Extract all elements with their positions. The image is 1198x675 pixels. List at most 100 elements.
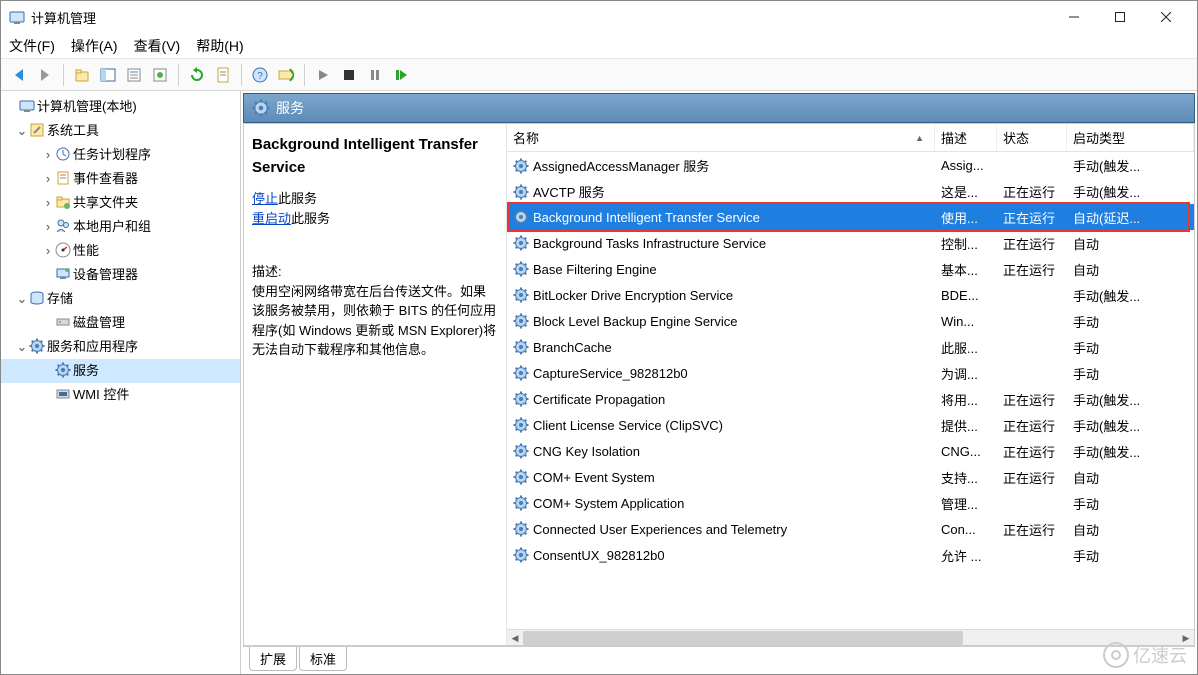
- service-icon: [513, 261, 529, 277]
- tree-expander-icon[interactable]: ⌄: [15, 287, 29, 311]
- export-list-button[interactable]: [211, 63, 235, 87]
- col-header-name[interactable]: 名称▲: [507, 124, 935, 151]
- stop-service-button[interactable]: [337, 63, 361, 87]
- connect-button[interactable]: [274, 63, 298, 87]
- stop-service-line: 停止此服务: [252, 189, 498, 209]
- close-button[interactable]: [1143, 3, 1189, 31]
- tree-node[interactable]: 服务: [1, 359, 240, 383]
- tree-node[interactable]: 计算机管理(本地): [1, 95, 240, 119]
- services-icon: [252, 99, 270, 117]
- tree-node[interactable]: ⌄ 存储: [1, 287, 240, 311]
- service-row[interactable]: Certificate Propagation将用...正在运行手动(触发...: [507, 386, 1194, 412]
- service-startup: 手动: [1067, 364, 1194, 383]
- service-desc: 此服...: [935, 338, 997, 357]
- service-row[interactable]: Client License Service (ClipSVC)提供...正在运…: [507, 412, 1194, 438]
- service-desc: 允许 ...: [935, 546, 997, 565]
- restart-service-line: 重启动此服务: [252, 209, 498, 229]
- back-button[interactable]: [7, 63, 31, 87]
- service-row[interactable]: BitLocker Drive Encryption ServiceBDE...…: [507, 282, 1194, 308]
- tree-expander-icon[interactable]: ⌄: [15, 335, 29, 359]
- pause-service-button[interactable]: [363, 63, 387, 87]
- tree-node[interactable]: WMI 控件: [1, 383, 240, 407]
- tab-extended[interactable]: 扩展: [249, 647, 297, 671]
- service-startup: 手动(触发...: [1067, 442, 1194, 461]
- restart-service-button[interactable]: [389, 63, 413, 87]
- maximize-button[interactable]: [1097, 3, 1143, 31]
- tree-node[interactable]: › 事件查看器: [1, 167, 240, 191]
- service-name: BranchCache: [533, 340, 612, 355]
- refresh-button[interactable]: [185, 63, 209, 87]
- tree-expander-icon[interactable]: ›: [41, 143, 55, 167]
- tree-node[interactable]: ⌄系统工具: [1, 119, 240, 143]
- service-row[interactable]: CNG Key IsolationCNG...正在运行手动(触发...: [507, 438, 1194, 464]
- tree-node[interactable]: ⌄服务和应用程序: [1, 335, 240, 359]
- service-icon: [513, 391, 529, 407]
- tree-expander-icon[interactable]: ⌄: [15, 119, 29, 143]
- tree-expander-icon[interactable]: ›: [41, 191, 55, 215]
- service-row[interactable]: Block Level Backup Engine ServiceWin...手…: [507, 308, 1194, 334]
- service-row[interactable]: AVCTP 服务这是...正在运行手动(触发...: [507, 178, 1194, 204]
- service-row[interactable]: Connected User Experiences and Telemetry…: [507, 516, 1194, 542]
- perf-icon: [55, 242, 71, 258]
- service-icon: [513, 209, 529, 225]
- menu-help[interactable]: 帮助(H): [196, 36, 243, 56]
- service-row[interactable]: COM+ System Application管理...手动: [507, 490, 1194, 516]
- col-header-startup[interactable]: 启动类型: [1067, 124, 1194, 151]
- menu-view[interactable]: 查看(V): [134, 36, 181, 56]
- menu-action[interactable]: 操作(A): [71, 36, 118, 56]
- service-desc: 支持...: [935, 468, 997, 487]
- menu-file[interactable]: 文件(F): [9, 36, 55, 56]
- tree-node[interactable]: › 本地用户和组: [1, 215, 240, 239]
- service-status: 正在运行: [997, 468, 1067, 487]
- scroll-left-icon[interactable]: ◀: [507, 630, 523, 645]
- minimize-button[interactable]: [1051, 3, 1097, 31]
- tree-expander-icon[interactable]: ›: [41, 239, 55, 263]
- scroll-thumb[interactable]: [523, 631, 963, 645]
- tree-node[interactable]: ›任务计划程序: [1, 143, 240, 167]
- tree-node[interactable]: › 共享文件夹: [1, 191, 240, 215]
- restart-service-link[interactable]: 重启动: [252, 211, 291, 226]
- service-startup: 手动(触发...: [1067, 416, 1194, 435]
- service-status: 正在运行: [997, 416, 1067, 435]
- service-startup: 手动(触发...: [1067, 156, 1194, 175]
- tree-expander-icon[interactable]: ›: [41, 167, 55, 191]
- tree-node-label: 共享文件夹: [73, 195, 138, 210]
- tree-node[interactable]: 磁盘管理: [1, 311, 240, 335]
- service-icon: [513, 547, 529, 563]
- tab-standard[interactable]: 标准: [299, 647, 347, 671]
- watermark-text: 亿速云: [1133, 642, 1187, 668]
- help-button[interactable]: ?: [248, 63, 272, 87]
- tree-node-label: 事件查看器: [73, 171, 138, 186]
- start-service-button[interactable]: [311, 63, 335, 87]
- tree-node[interactable]: › 性能: [1, 239, 240, 263]
- users-icon: [55, 218, 71, 234]
- service-row[interactable]: ConsentUX_982812b0允许 ...手动: [507, 542, 1194, 568]
- service-row[interactable]: COM+ Event System支持...正在运行自动: [507, 464, 1194, 490]
- tree-node-label: 存储: [47, 291, 73, 306]
- service-startup: 手动(触发...: [1067, 182, 1194, 201]
- col-header-desc[interactable]: 描述: [935, 124, 997, 151]
- show-hide-tree-button[interactable]: [96, 63, 120, 87]
- horizontal-scrollbar[interactable]: ◀ ▶: [507, 629, 1194, 645]
- service-row[interactable]: AssignedAccessManager 服务Assig...手动(触发...: [507, 152, 1194, 178]
- forward-button[interactable]: [33, 63, 57, 87]
- up-button[interactable]: [70, 63, 94, 87]
- tree-node-label: 本地用户和组: [73, 219, 151, 234]
- service-desc: 控制...: [935, 234, 997, 253]
- service-name: ConsentUX_982812b0: [533, 548, 665, 563]
- service-row[interactable]: Base Filtering Engine基本...正在运行自动: [507, 256, 1194, 282]
- disk-icon: [55, 314, 71, 330]
- tree-node[interactable]: 设备管理器: [1, 263, 240, 287]
- tree-expander-icon[interactable]: ›: [41, 215, 55, 239]
- computer-icon: [19, 98, 35, 114]
- service-row[interactable]: Background Intelligent Transfer Service使…: [507, 204, 1194, 230]
- service-row[interactable]: CaptureService_982812b0为调...手动: [507, 360, 1194, 386]
- col-header-status[interactable]: 状态: [997, 124, 1067, 151]
- service-row[interactable]: Background Tasks Infrastructure Service控…: [507, 230, 1194, 256]
- stop-service-link[interactable]: 停止: [252, 191, 278, 206]
- service-row[interactable]: BranchCache此服...手动: [507, 334, 1194, 360]
- tree-node-label: 性能: [73, 243, 99, 258]
- properties-button[interactable]: [122, 63, 146, 87]
- export-button[interactable]: [148, 63, 172, 87]
- service-icon: [513, 521, 529, 537]
